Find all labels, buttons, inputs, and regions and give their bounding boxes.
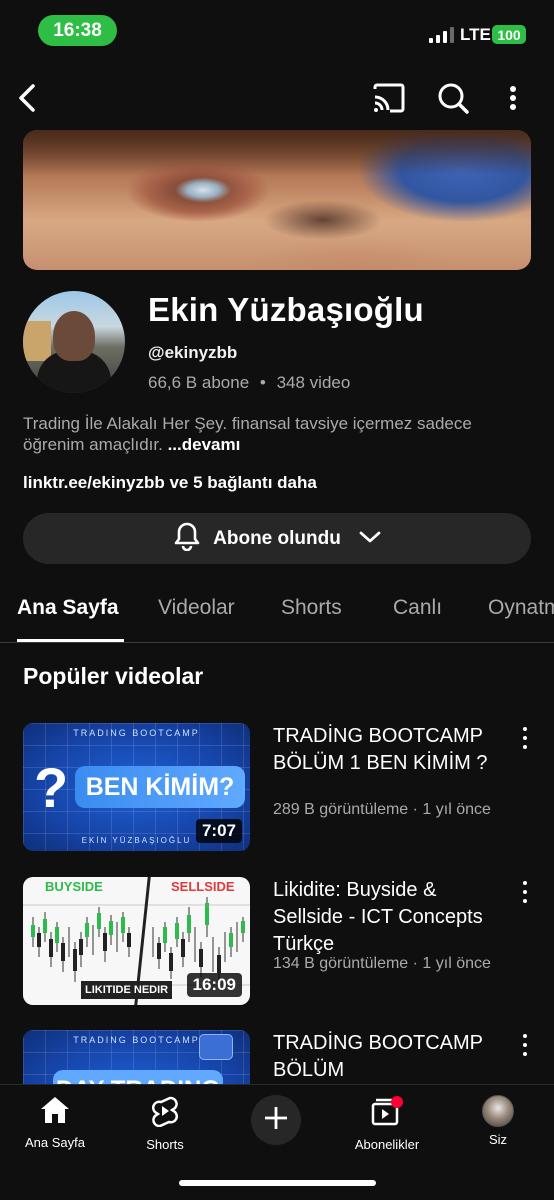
calculator-icon [199,1034,233,1060]
nav-subscriptions[interactable]: Abonelikler [337,1095,437,1152]
nav-home[interactable]: Ana Sayfa [5,1095,105,1150]
active-tab-indicator [17,639,124,642]
nav-shorts-label: Shorts [146,1137,184,1152]
more-vertical-icon[interactable] [500,82,526,114]
battery-level: 100 [492,25,526,44]
channel-description[interactable]: Trading İle Alakalı Her Şey. finansal ta… [23,413,533,455]
tab-shorts[interactable]: Shorts [281,596,342,620]
thumb-mark: ? [34,756,69,819]
subscribed-label: Abone olundu [213,527,341,549]
thumb-right-label: SELLSIDE [171,879,235,894]
video-title[interactable]: TRADİNG BOOTCAMP BÖLÜM [273,1030,509,1084]
stats-separator: • [259,373,266,392]
tab-live[interactable]: Canlı [393,596,442,620]
video-title[interactable]: Likidite: Buyside & Sellside - ICT Conce… [273,877,509,958]
video-thumbnail[interactable]: BUYSIDE SELLSIDE LIKITIDE NEDIR 16:09 [23,877,250,1005]
thumb-headline: BEN KİMİM? [75,766,245,808]
home-indicator [179,1180,376,1186]
channel-banner [23,130,531,270]
top-app-bar [0,70,554,126]
more-vertical-icon[interactable] [518,1034,532,1056]
nav-shorts[interactable]: Shorts [115,1095,215,1152]
network-type: LTE [460,25,491,44]
tab-home[interactable]: Ana Sayfa [17,596,119,620]
channel-tabs: Ana Sayfa Videolar Shorts Canlı Oynatma … [0,583,554,643]
subscriptions-icon [370,1095,404,1132]
video-count: 348 video [276,373,351,392]
shorts-icon [151,1095,179,1132]
nav-subscriptions-label: Abonelikler [354,1137,420,1152]
create-button[interactable] [251,1095,301,1145]
subscribed-button[interactable]: Abone olundu [23,513,531,564]
tab-videos[interactable]: Videolar [158,596,235,620]
status-bar: 16:38 LTE 100 [0,0,554,62]
description-text: Trading İle Alakalı Her Şey. finansal ta… [23,414,472,454]
video-thumbnail[interactable]: TRADING BOOTCAMP ? BEN KİMİM? EKİN YÜZBA… [23,723,250,851]
thumb-caption: TRADING BOOTCAMP [73,728,200,738]
plus-icon [263,1105,289,1136]
cast-icon[interactable] [370,80,408,116]
channel-name: Ekin Yüzbaşıoğlu [148,291,424,328]
video-duration: 7:07 [195,819,242,843]
nav-you[interactable]: Siz [448,1095,548,1147]
channel-avatar[interactable] [23,291,125,393]
video-duration: 16:09 [186,973,242,997]
video-meta: 134 B görüntüleme · 1 yıl önce [273,955,491,972]
thumb-headline: LIKITIDE NEDIR [81,981,173,999]
video-item[interactable]: TRADING BOOTCAMP ? BEN KİMİM? EKİN YÜZBA… [0,723,554,853]
video-item[interactable]: BUYSIDE SELLSIDE LIKITIDE NEDIR 16:09 Li… [0,877,554,1007]
chevron-down-icon [359,528,381,550]
search-icon[interactable] [434,79,472,117]
channel-handle: @ekinyzbb [148,343,238,362]
user-avatar [482,1095,514,1127]
signal-icon [429,27,454,43]
section-title: Popüler videolar [23,663,204,689]
tab-playlists[interactable]: Oynatma listeleri [488,596,554,620]
subscriber-count: 66,6 B abone [148,373,250,392]
thumb-left-label: BUYSIDE [45,879,103,894]
video-title[interactable]: TRADİNG BOOTCAMP BÖLÜM 1 BEN KİMİM ? [273,723,509,777]
video-meta: 289 B görüntüleme · 1 yıl önce [273,801,491,818]
status-time: 16:38 [38,15,117,46]
channel-links[interactable]: linktr.ee/ekinyzbb ve 5 bağlantı daha [23,473,317,493]
home-icon [39,1095,71,1130]
nav-you-label: Siz [488,1132,508,1147]
more-vertical-icon[interactable] [518,881,532,903]
back-arrow-icon[interactable] [12,78,44,118]
nav-home-label: Ana Sayfa [25,1135,85,1150]
bell-icon [173,521,201,557]
channel-stats: 66,6 B abone • 348 video [148,373,350,393]
more-vertical-icon[interactable] [518,727,532,749]
description-more-link[interactable]: ...devamı [168,435,241,454]
